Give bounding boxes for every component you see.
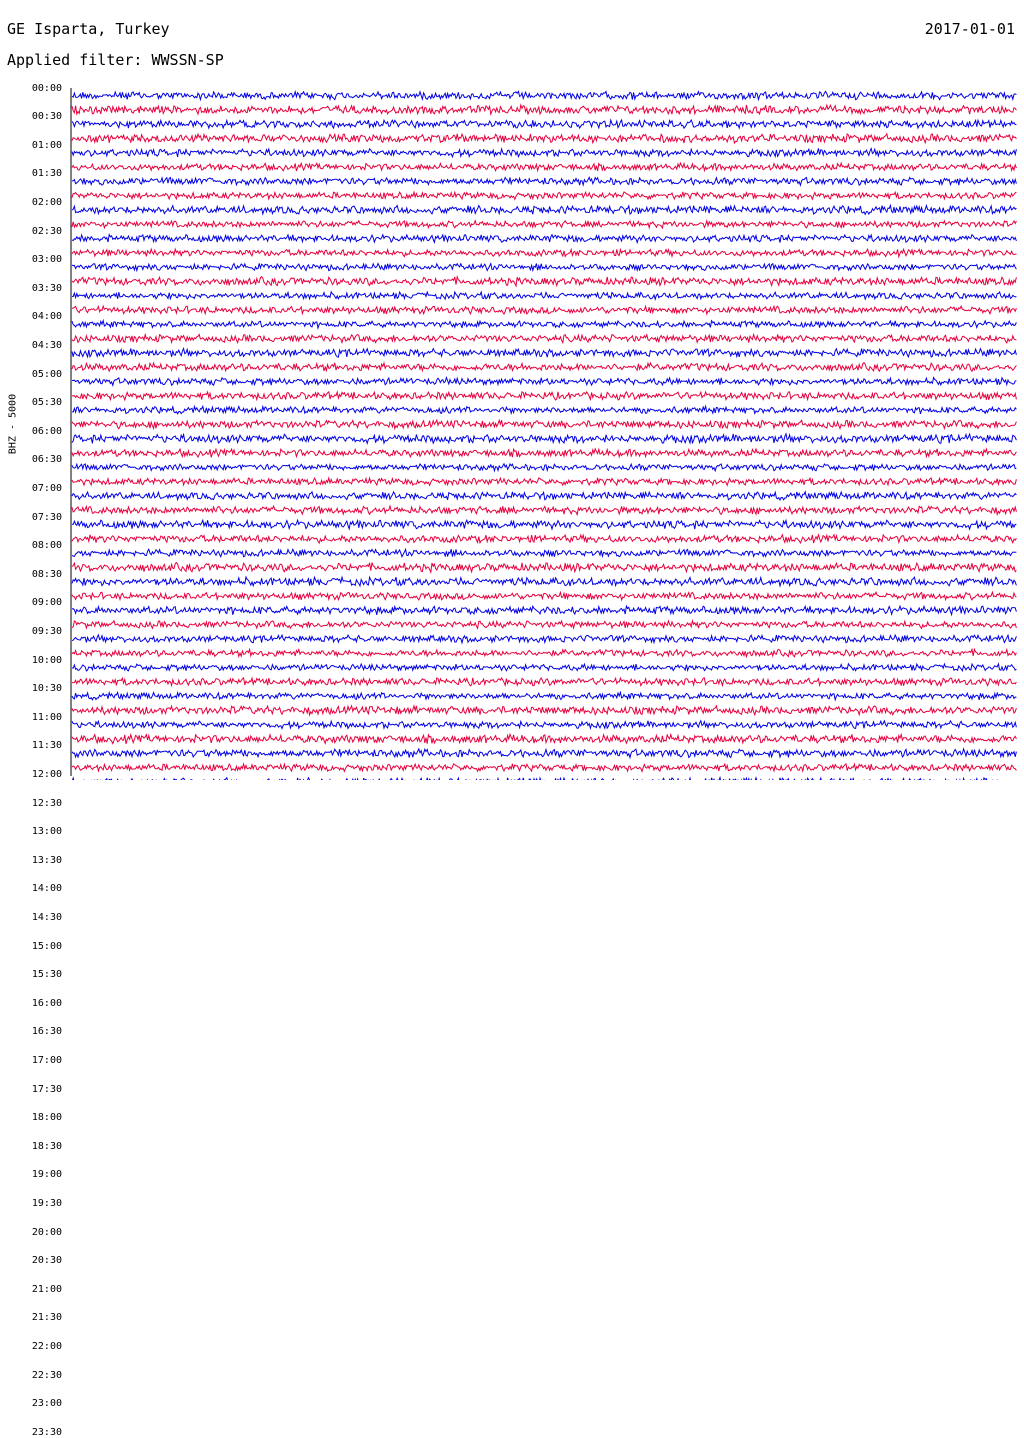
trace-row — [71, 175, 1017, 188]
trace-row — [71, 533, 1017, 545]
y-tick-label: 14:30 — [31, 911, 62, 923]
y-tick-label: 20:00 — [31, 1226, 62, 1238]
trace-row — [71, 676, 1017, 688]
y-tick-label: 22:00 — [31, 1340, 62, 1352]
trace-row — [72, 376, 1017, 387]
trace-row — [71, 547, 1017, 559]
y-tick-label: 18:30 — [31, 1140, 62, 1152]
trace-row — [71, 490, 1017, 502]
y-tick-label: 17:00 — [31, 1054, 62, 1066]
trace-row — [71, 132, 1017, 145]
trace-row — [71, 662, 1017, 673]
y-tick-label: 20:30 — [31, 1255, 62, 1267]
y-tick-label: 22:30 — [31, 1369, 62, 1381]
trace-row — [71, 203, 1017, 216]
trace-row — [71, 732, 1017, 745]
trace-row — [71, 404, 1017, 416]
trace-row — [71, 704, 1017, 717]
trace-row — [71, 690, 1017, 702]
y-tick-label: 18:00 — [31, 1112, 62, 1124]
trace-row — [71, 418, 1017, 431]
y-tick-label: 16:30 — [31, 1026, 62, 1038]
trace-row — [71, 447, 1017, 459]
trace-row — [71, 604, 1017, 617]
trace-row — [71, 233, 1017, 245]
trace-row — [71, 346, 1017, 359]
trace-row — [71, 103, 1017, 117]
trace-row — [71, 719, 1017, 731]
y-tick-label: 16:00 — [31, 997, 62, 1009]
trace-row — [71, 390, 1017, 402]
y-tick-label: 13:30 — [31, 854, 62, 866]
trace-row — [71, 619, 1017, 630]
y-tick-label: 19:30 — [31, 1197, 62, 1209]
trace-row — [71, 274, 1017, 288]
trace-row — [71, 462, 1017, 473]
y-tick-label: 23:30 — [31, 1426, 62, 1438]
trace-row — [71, 304, 1017, 316]
trace-row — [71, 147, 1017, 159]
trace-row — [71, 118, 1017, 130]
y-tick-label: 15:00 — [31, 940, 62, 952]
trace-row — [71, 747, 1017, 760]
trace-row — [71, 590, 1017, 602]
helicorder-plot — [70, 88, 1017, 780]
trace-row — [71, 247, 1017, 259]
y-tick-label: 21:00 — [31, 1283, 62, 1295]
trace-row — [71, 290, 1017, 301]
trace-row — [71, 504, 1017, 517]
trace-row — [71, 89, 1017, 102]
y-tick-label: 12:30 — [31, 797, 62, 809]
trace-row — [71, 219, 1017, 230]
y-tick-label: 23:00 — [31, 1398, 62, 1410]
trace-row — [71, 432, 1017, 446]
trace-row — [71, 190, 1017, 201]
trace-row — [71, 361, 1017, 373]
trace-row — [71, 262, 1017, 273]
trace-row — [71, 575, 1017, 588]
trace-row — [71, 476, 1017, 487]
y-tick-label: 17:30 — [31, 1083, 62, 1095]
trace-rows — [71, 89, 1017, 780]
trace-row — [71, 332, 1017, 345]
y-tick-label: 15:30 — [31, 969, 62, 981]
trace-row — [71, 161, 1017, 173]
trace-row — [71, 762, 1017, 773]
trace-row — [71, 633, 1017, 645]
y-tick-label: 14:00 — [31, 883, 62, 895]
trace-row — [71, 518, 1017, 531]
y-tick-label: 13:00 — [31, 826, 62, 838]
y-tick-label: 19:00 — [31, 1169, 62, 1181]
y-tick-label: 21:30 — [31, 1312, 62, 1324]
trace-row — [71, 318, 1017, 330]
trace-row — [71, 561, 1017, 575]
trace-row — [71, 647, 1017, 659]
